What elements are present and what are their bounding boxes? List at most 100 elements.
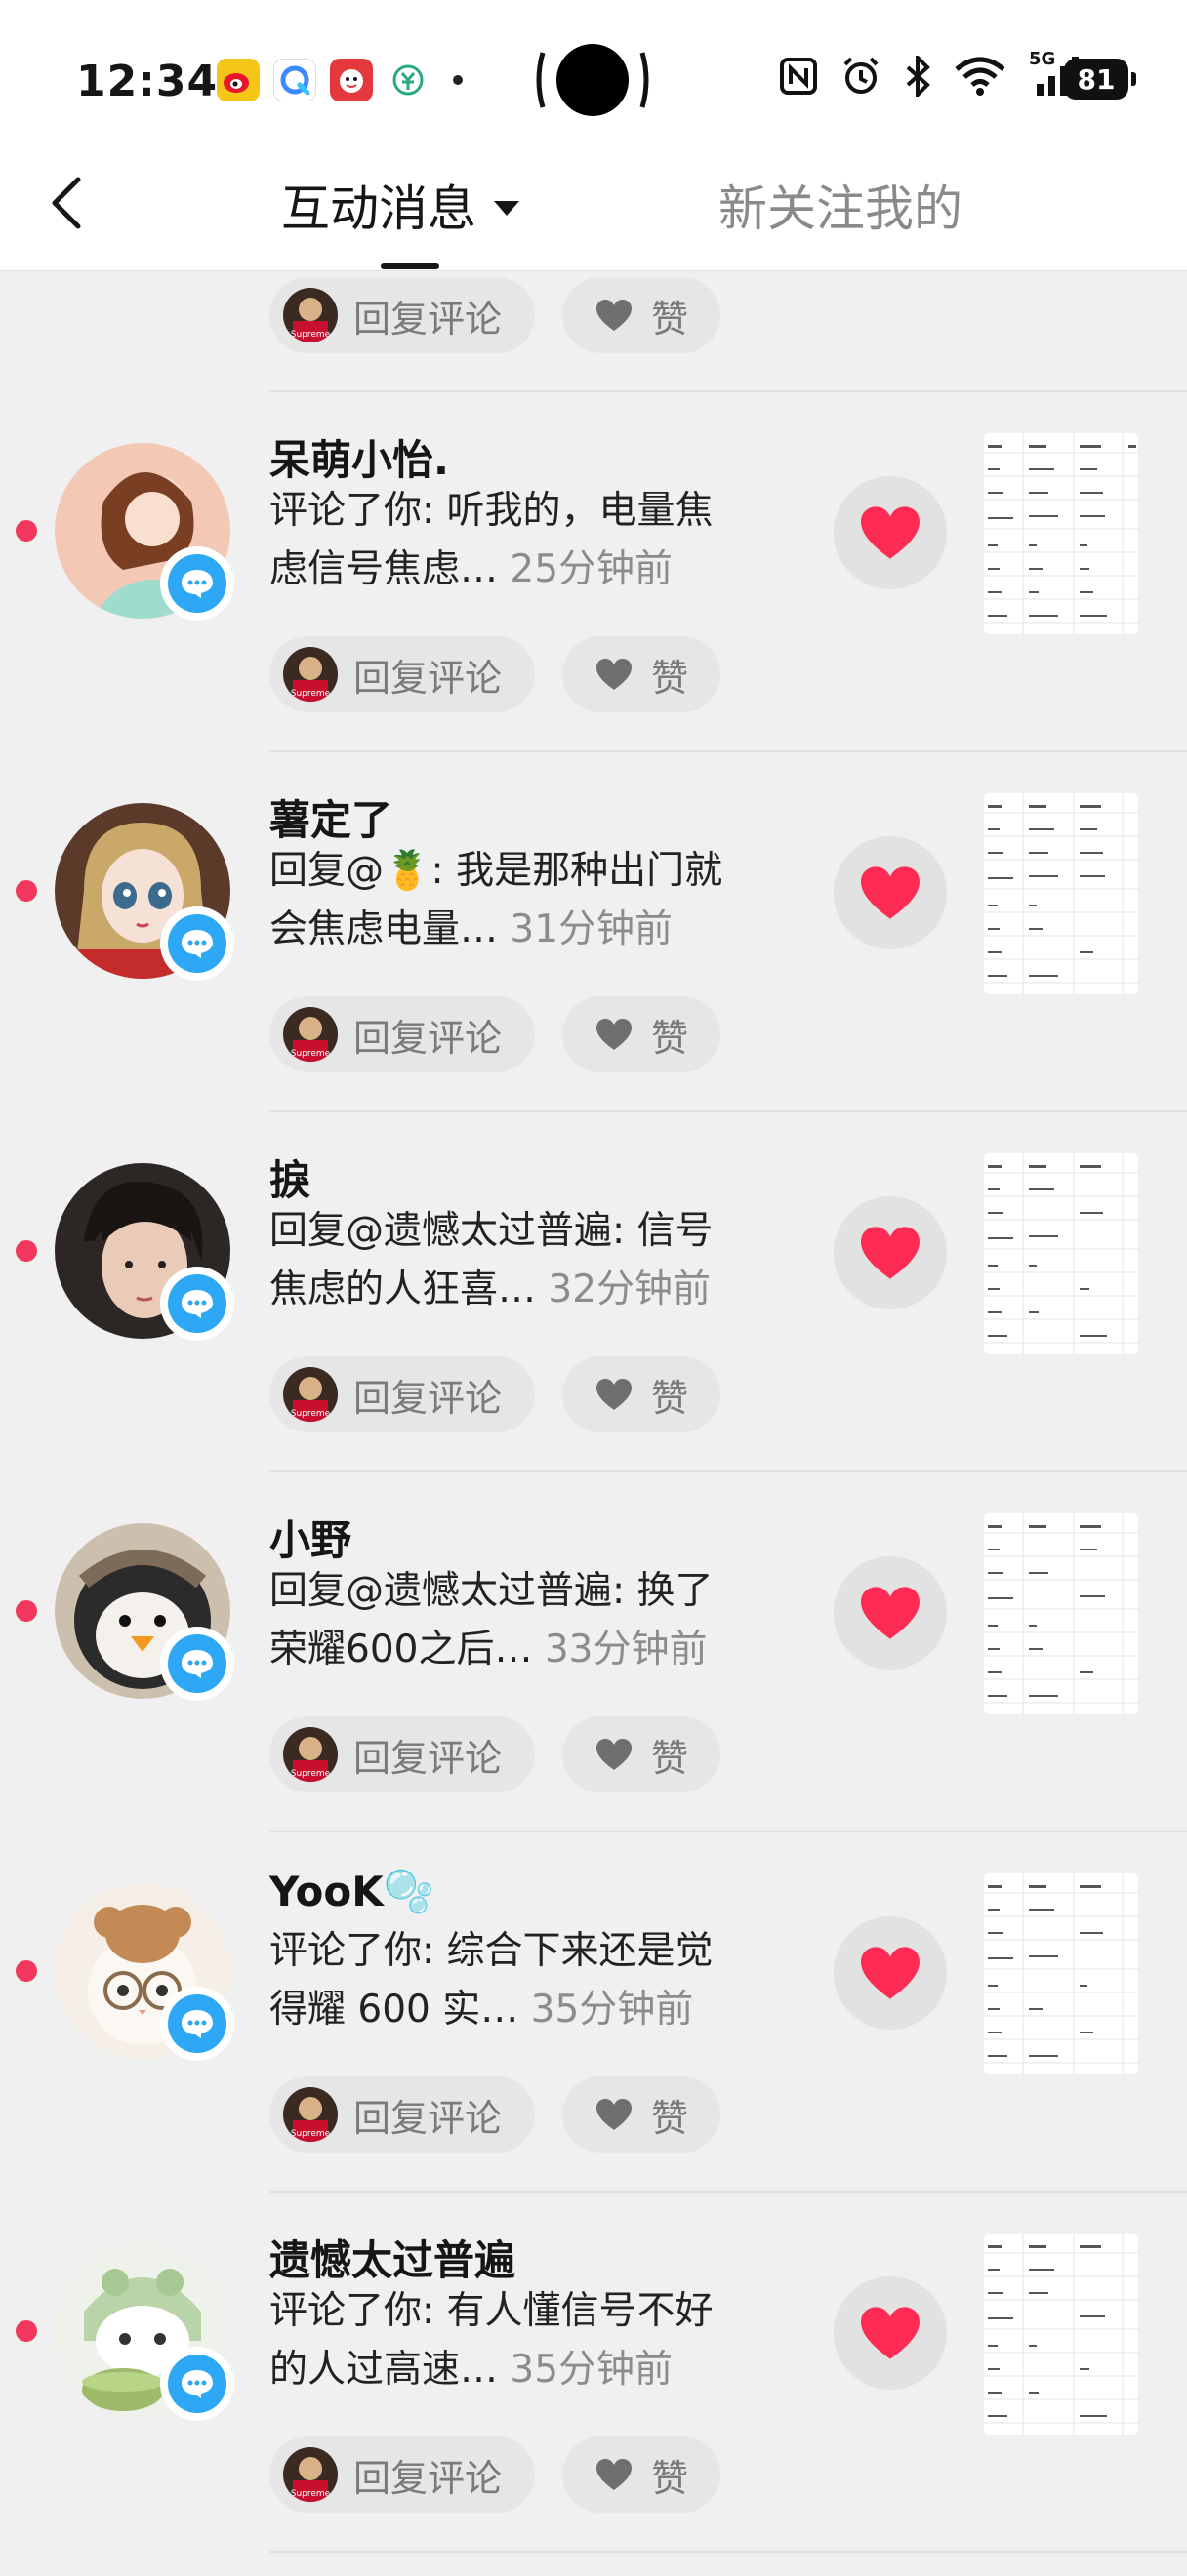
like-label: 赞 — [650, 297, 688, 341]
reply-comment-label: 回复评论 — [353, 2456, 503, 2500]
like-button[interactable]: 赞 — [562, 636, 720, 712]
camera-cutout — [536, 44, 649, 116]
svg-text:Supreme: Supreme — [291, 1769, 331, 1779]
reply-comment-button[interactable]: Supreme 回复评论 — [269, 2436, 535, 2513]
wifi-icon — [955, 57, 1005, 96]
my-avatar: Supreme — [283, 1367, 338, 1422]
comment-text[interactable]: 评论了你: 综合下来还是觉 得耀 600 实… 35分钟前 — [269, 1922, 797, 2039]
reply-comment-label: 回复评论 — [353, 1016, 503, 1060]
my-avatar: Supreme — [283, 2447, 338, 2502]
clock: 12:34 — [76, 57, 219, 106]
user-name[interactable]: 遗憾太过普遍 — [269, 2228, 515, 2287]
comment-badge — [160, 1987, 234, 2061]
app-618-icon — [330, 59, 373, 101]
comment-line-1: 回复@遗憾太过普遍: 换了 — [269, 1569, 714, 1613]
list-item[interactable]: 捩 回复@遗憾太过普遍: 信号 焦虑的人狂喜… 32分钟前 Supreme 回复评… — [0, 1112, 1187, 1472]
comment-text[interactable]: 评论了你: 有人懂信号不好 的人过高速… 35分钟前 — [269, 2282, 797, 2399]
comment-line-2: 得耀 600 实… — [269, 1988, 519, 2032]
comment-badge — [160, 2347, 234, 2421]
post-thumbnail[interactable] — [984, 1873, 1138, 2074]
alarm-icon — [843, 57, 879, 94]
like-button[interactable]: 赞 — [562, 277, 720, 353]
comment-bubble-icon — [182, 1650, 213, 1678]
like-button[interactable]: 赞 — [562, 1356, 720, 1432]
comment-badge — [160, 1267, 234, 1341]
list-item[interactable]: 薯定了 回复@🍍: 我是那种出门就 会焦虑电量… 31分钟前 Supreme 回复… — [0, 752, 1187, 1112]
like-label: 赞 — [650, 1736, 688, 1780]
like-label: 赞 — [650, 1016, 688, 1060]
reply-comment-button[interactable]: Supreme 回复评论 — [269, 2076, 535, 2153]
reply-comment-button[interactable]: Supreme 回复评论 — [269, 996, 535, 1072]
post-thumbnail[interactable] — [984, 793, 1138, 994]
comment-text[interactable]: 评论了你: 听我的，电量焦 虑信号焦虑… 25分钟前 — [269, 482, 797, 599]
unread-dot — [16, 1960, 37, 1982]
unread-dot — [16, 880, 37, 902]
like-label: 赞 — [650, 2456, 688, 2500]
user-name[interactable]: 捩 — [269, 1147, 310, 1207]
user-name[interactable]: YooK🫧 — [269, 1868, 434, 1916]
time-ago: 25分钟前 — [510, 547, 674, 591]
like-button[interactable]: 赞 — [562, 2076, 720, 2153]
user-name[interactable]: 小野 — [269, 1508, 351, 1567]
quark-browser-icon — [273, 59, 316, 101]
heart-filled-icon — [861, 2307, 920, 2359]
time-ago: 33分钟前 — [544, 1628, 708, 1671]
comment-bubble-icon — [182, 930, 213, 958]
reply-comment-label: 回复评论 — [353, 2096, 503, 2140]
like-button[interactable]: 赞 — [562, 2436, 720, 2513]
heart-outline-icon — [595, 1379, 632, 1410]
reply-comment-button[interactable]: Supreme 回复评论 — [269, 1356, 535, 1432]
bluetooth-icon — [906, 56, 930, 97]
svg-text:Supreme: Supreme — [291, 2129, 331, 2139]
comment-text[interactable]: 回复@遗憾太过普遍: 信号 焦虑的人狂喜… 32分钟前 — [269, 1202, 797, 1319]
like-button[interactable]: 赞 — [562, 996, 720, 1072]
back-arrow-icon[interactable] — [41, 168, 100, 236]
system-icons: 5G — [779, 49, 1084, 98]
post-thumbnail[interactable] — [984, 2234, 1138, 2435]
heart-outline-icon — [595, 2459, 632, 2490]
liked-heart — [834, 476, 947, 589]
tab-interactions[interactable]: 互动消息 — [281, 170, 519, 240]
battery-indicator: 81 — [1064, 59, 1136, 100]
like-label: 赞 — [650, 656, 688, 700]
comment-line-2: 虑信号焦虑… — [269, 547, 499, 591]
list-item[interactable]: YooK🫧 评论了你: 综合下来还是觉 得耀 600 实… 35分钟前 Supre… — [0, 1832, 1187, 2193]
my-avatar: Supreme — [283, 2087, 338, 2142]
heart-outline-icon — [595, 659, 632, 690]
list-item[interactable]: 呆萌小怡. 评论了你: 听我的，电量焦 虑信号焦虑… 25分钟前 Supreme … — [0, 392, 1187, 752]
my-avatar: Supreme — [283, 288, 338, 342]
comment-line-1: 回复@🍍: 我是那种出门就 — [269, 849, 723, 893]
user-name[interactable]: 呆萌小怡. — [269, 427, 449, 487]
list-item[interactable]: 小野 回复@遗憾太过普遍: 换了 荣耀600之后… 33分钟前 Supreme 回… — [0, 1472, 1187, 1832]
list-item[interactable]: 遗憾太过普遍 评论了你: 有人懂信号不好 的人过高速… 35分钟前 Supreme… — [0, 2193, 1187, 2553]
like-button[interactable]: 赞 — [562, 1716, 720, 1792]
comment-bubble-icon — [182, 2370, 213, 2398]
comment-line-2: 荣耀600之后… — [269, 1628, 533, 1671]
heart-outline-icon — [595, 1739, 632, 1770]
post-thumbnail[interactable] — [984, 1513, 1138, 1714]
reply-comment-button[interactable]: Supreme 回复评论 — [269, 277, 535, 353]
tab-new-followers[interactable]: 新关注我的 — [718, 170, 962, 240]
reply-comment-button[interactable]: Supreme 回复评论 — [269, 1716, 535, 1792]
comment-text[interactable]: 回复@🍍: 我是那种出门就 会焦虑电量… 31分钟前 — [269, 842, 797, 959]
comment-line-2: 焦虑的人狂喜… — [269, 1268, 537, 1311]
reply-comment-label: 回复评论 — [353, 1376, 503, 1420]
unread-dot — [16, 2320, 37, 2342]
reply-comment-label: 回复评论 — [353, 297, 503, 341]
svg-text:Supreme: Supreme — [291, 1049, 331, 1059]
heart-filled-icon — [861, 1227, 920, 1279]
comment-bubble-icon — [182, 570, 213, 598]
user-name[interactable]: 薯定了 — [269, 787, 392, 847]
post-thumbnail[interactable] — [984, 433, 1138, 634]
like-label: 赞 — [650, 2096, 688, 2140]
post-thumbnail[interactable] — [984, 1153, 1138, 1354]
comment-text[interactable]: 回复@遗憾太过普遍: 换了 荣耀600之后… 33分钟前 — [269, 1562, 797, 1679]
nfc-icon — [780, 58, 817, 95]
caret-down-icon[interactable] — [494, 200, 519, 216]
comment-line-2: 会焦虑电量… — [269, 907, 499, 951]
comment-line-1: 评论了你: 听我的，电量焦 — [269, 489, 714, 533]
divider — [269, 2551, 1187, 2553]
heart-filled-icon — [861, 866, 920, 919]
heart-outline-icon — [595, 1019, 632, 1050]
reply-comment-button[interactable]: Supreme 回复评论 — [269, 636, 535, 712]
